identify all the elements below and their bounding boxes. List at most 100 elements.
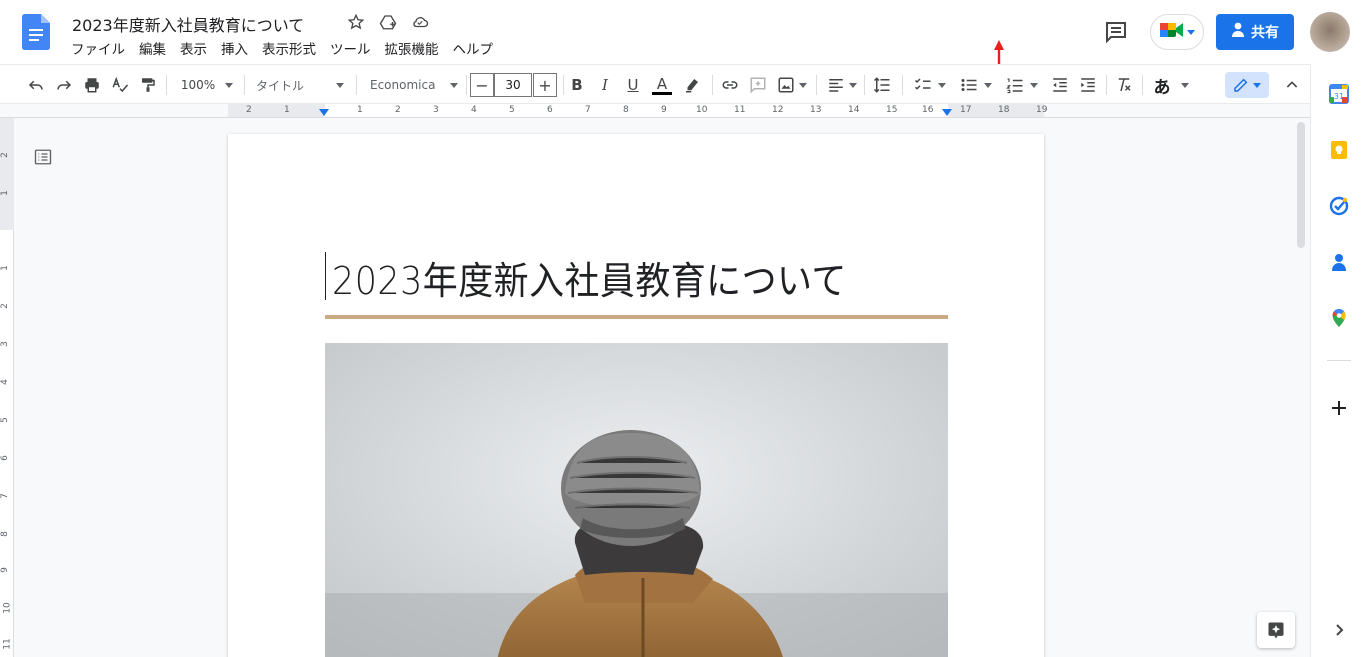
ruler-number: 11 [734,105,746,115]
keep-icon[interactable] [1329,140,1349,160]
vruler-number: 6 [0,455,10,461]
link-icon[interactable] [718,73,742,97]
highlight-icon[interactable] [680,73,704,97]
side-panel: 31 [1310,64,1366,657]
document-title[interactable]: 2023年度新入社員教育について [72,12,304,36]
italic-icon[interactable]: I [594,73,616,97]
decrease-indent-icon[interactable] [1048,73,1072,97]
ruler-number: 3 [433,105,439,115]
vertical-ruler[interactable]: 2 1 1 2 3 4 5 6 7 8 9 10 11 [0,118,14,657]
font-size-input[interactable]: 30 [494,73,532,97]
zoom-caret [225,82,234,88]
toolbar-divider [356,75,357,95]
toolbar-divider [244,75,245,95]
document-page[interactable]: 2023年度新入社員教育について [228,134,1044,657]
cloud-status-icon[interactable] [410,12,430,32]
menu-tools[interactable]: ツール [323,40,378,60]
vruler-number: 2 [0,152,10,158]
ruler-left-margin [228,104,325,117]
text-color-icon[interactable]: A [650,73,674,97]
ruler-number: 7 [585,105,591,115]
spellcheck-icon[interactable] [108,73,132,97]
checklist-icon [914,78,931,90]
increase-indent-icon[interactable] [1076,73,1100,97]
bulleted-list-icon [961,79,977,91]
menu-file[interactable]: ファイル [64,40,132,60]
ruler-number: 2 [395,105,401,115]
star-icon[interactable] [346,12,366,32]
toolbar: 100% タイトル Economica − 30 + B I U A あ [0,64,1310,104]
ruler-number: 9 [661,105,667,115]
person-in-beanie-photo [325,343,948,657]
tasks-icon[interactable] [1329,196,1349,216]
menu-format[interactable]: 表示形式 [255,40,323,60]
zoom-select[interactable]: 100% [176,73,238,97]
numbered-list-button[interactable] [1002,73,1042,97]
bold-icon[interactable]: B [566,73,588,97]
avatar[interactable] [1310,12,1350,52]
align-button[interactable] [824,73,860,97]
font-select[interactable]: Economica [366,73,462,97]
redo-icon[interactable] [52,73,76,97]
ruler-number: 17 [960,105,972,115]
ruler-number: 18 [998,105,1010,115]
right-indent-marker[interactable] [942,109,952,116]
bulleted-list-button[interactable] [956,73,996,97]
style-caret [336,82,344,88]
style-select[interactable]: タイトル [252,73,348,97]
print-icon[interactable] [80,73,104,97]
ruler-number: 4 [471,105,477,115]
input-tools-button[interactable]: あ [1150,73,1192,98]
toolbar-divider [902,75,903,95]
collapse-menus-icon[interactable] [1280,73,1304,97]
move-to-drive-icon[interactable] [378,12,398,32]
explore-button[interactable] [1257,612,1295,648]
calendar-icon[interactable]: 31 [1329,84,1349,104]
vruler-number: 2 [0,303,10,309]
maps-icon[interactable] [1329,308,1349,328]
increase-font-size-button[interactable]: + [533,73,557,97]
vruler-number: 1 [0,265,10,271]
underline-icon[interactable]: U [622,73,644,97]
chevron-right-icon[interactable] [1329,620,1349,640]
docs-logo-icon[interactable] [22,14,50,50]
ruler-number: 15 [886,105,898,115]
line-spacing-icon[interactable] [870,73,894,97]
vruler-top-margin [0,118,14,230]
bulleted-list-caret [984,82,992,88]
contacts-icon[interactable] [1329,252,1349,272]
paint-format-icon[interactable] [136,73,160,97]
ruler-number: 1 [357,105,363,115]
undo-icon[interactable] [24,73,48,97]
menu-help[interactable]: ヘルプ [446,40,501,60]
insert-image-button[interactable] [774,73,810,97]
add-comment-icon[interactable] [746,73,770,97]
side-panel-divider [1327,360,1351,361]
explore-icon [1268,622,1284,639]
toolbar-divider [563,75,564,95]
meet-button[interactable] [1150,14,1204,50]
menu-edit[interactable]: 編集 [132,40,173,60]
menu-view[interactable]: 表示 [173,40,214,60]
ruler-number: 14 [848,105,860,115]
left-indent-marker[interactable] [319,109,329,116]
document-heading[interactable]: 2023年度新入社員教育について [332,250,847,305]
vruler-number: 10 [2,602,13,614]
menu-insert[interactable]: 挿入 [214,40,255,60]
ruler-number: 16 [922,105,934,115]
document-outline-icon[interactable] [34,148,52,166]
horizontal-ruler[interactable]: 2 1 1 2 3 4 5 6 7 8 9 10 11 12 13 14 15 … [0,104,1310,118]
document-photo[interactable] [325,343,948,657]
decrease-font-size-button[interactable]: − [470,73,494,97]
checklist-button[interactable] [910,73,950,97]
menu-extensions[interactable]: 拡張機能 [378,40,446,60]
text-cursor [325,252,326,300]
vruler-number: 5 [0,417,10,423]
person-icon [1231,22,1245,42]
editing-mode-button[interactable] [1225,72,1269,98]
add-addon-icon[interactable] [1329,398,1349,418]
clear-formatting-icon[interactable] [1112,73,1136,97]
comments-icon[interactable] [1104,20,1128,44]
share-button[interactable]: 共有 [1216,14,1294,50]
vertical-scrollbar[interactable] [1297,122,1305,248]
